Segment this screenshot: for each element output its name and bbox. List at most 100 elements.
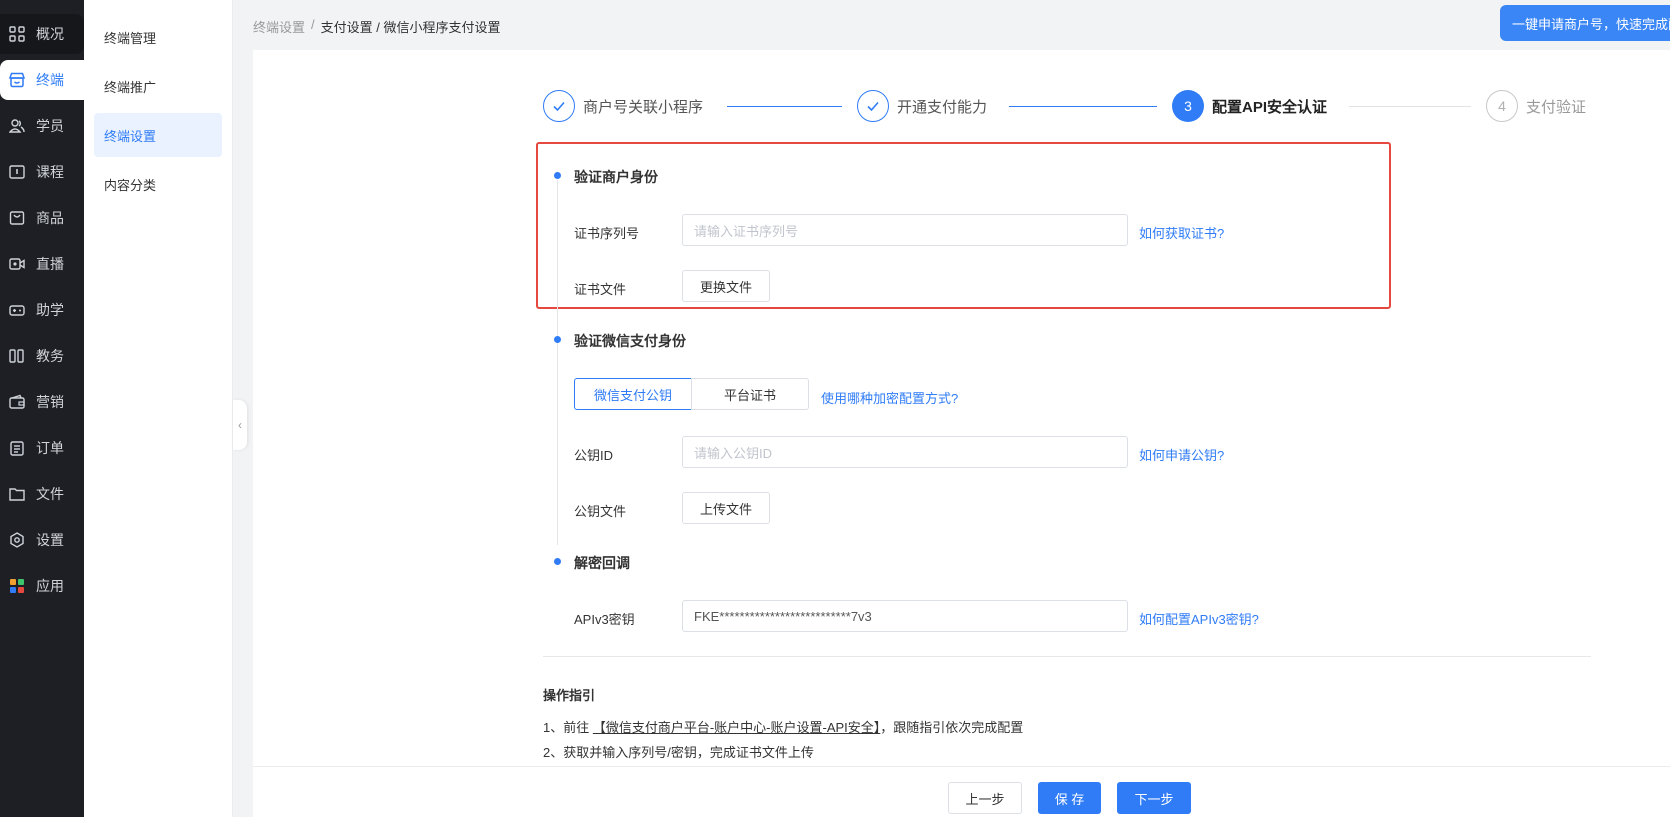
nav-label: 概况 [36,26,64,42]
upload-file-button[interactable]: 上传文件 [682,492,770,524]
next-step-button[interactable]: 下一步 [1117,782,1191,814]
divider [543,656,1591,657]
clipboard-icon [8,439,26,457]
main-nav: 概况 终端 学员 课程 商品 直播 助学 教务 营销 订单 文件 设置 应用 [0,0,84,817]
guide-platform-link[interactable]: 【微信支付商户平台-账户中心-账户设置-API安全】 [593,720,880,735]
nav-label: 学员 [36,118,64,134]
section-title-decrypt: 解密回调 [574,555,630,571]
timeline-dot [554,172,561,179]
chevron-left-icon: ‹ [238,418,242,432]
step-label: 配置API安全认证 [1212,98,1328,116]
folder-icon [8,485,26,503]
nav-item-marketing[interactable]: 营销 [0,382,84,422]
how-config-apiv3-link[interactable]: 如何配置APIv3密钥? [1139,609,1259,628]
guide-line-2: 2、获取并输入序列号/密钥，完成证书文件上传 [543,745,814,760]
nav-item-course[interactable]: 课程 [0,152,84,192]
cert-file-label: 证书文件 [574,282,627,297]
encryption-help-link[interactable]: 使用哪种加密配置方式? [821,388,958,407]
step-2: 开通支付能力 [857,90,987,122]
how-apply-pubkey-link[interactable]: 如何申请公钥? [1139,445,1224,464]
step-1: 商户号关联小程序 [543,90,703,122]
course-icon [8,163,26,181]
apiv3-key-input[interactable]: FKE**************************7v3 [682,600,1128,632]
nav-item-apps[interactable]: 应用 [0,566,84,606]
breadcrumb: 终端设置 / 支付设置 / 微信小程序支付设置 [253,17,500,36]
nav-item-files[interactable]: 文件 [0,474,84,514]
users-icon [8,117,26,135]
replace-file-button[interactable]: 更换文件 [682,270,770,302]
timeline-dot [554,558,561,565]
wallet-icon [8,393,26,411]
nav-label: 应用 [36,578,64,594]
guide-line-1-suffix: ，跟随指引依次完成配置 [880,720,1024,735]
gear-icon [8,531,26,549]
save-button[interactable]: 保 存 [1038,782,1101,814]
subnav-item-content-category[interactable]: 内容分类 [94,162,222,206]
nav-label: 营销 [36,394,64,410]
step-number: 4 [1486,90,1518,122]
gamepad-icon [8,301,26,319]
breadcrumb-item-terminal-settings[interactable]: 终端设置 [253,17,305,36]
nav-item-academic[interactable]: 教务 [0,336,84,376]
nav-label: 直播 [36,256,64,272]
nav-label: 商品 [36,210,64,226]
tab-wechat-pubkey[interactable]: 微信支付公钥 [574,378,692,410]
book-icon [8,347,26,365]
subnav-item-terminal-promote[interactable]: 终端推广 [94,64,222,108]
nav-label: 文件 [36,486,64,502]
nav-item-assist[interactable]: 助学 [0,290,84,330]
nav-item-students[interactable]: 学员 [0,106,84,146]
guide-title: 操作指引 [543,688,596,703]
nav-label: 教务 [36,348,64,364]
breadcrumb-current: 支付设置 / 微信小程序支付设置 [320,20,501,35]
step-label: 支付验证 [1526,98,1587,116]
store-icon [8,71,26,89]
collapse-sidebar-button[interactable]: ‹ [233,400,247,450]
breadcrumb-separator: / [311,17,315,32]
step-4: 4 支付验证 [1486,90,1586,122]
subnav-item-terminal-manage[interactable]: 终端管理 [94,15,222,59]
check-icon [857,90,889,122]
timeline-line [557,180,558,545]
nav-label: 助学 [36,302,64,318]
apiv3-key-label: APIv3密钥 [574,612,635,627]
section-title-merchant: 验证商户身份 [574,169,658,185]
pubkey-id-input[interactable]: 请输入公钥ID [682,436,1128,468]
guide-line-1-prefix: 1、前往 [543,720,593,735]
step-number: 3 [1172,90,1204,122]
step-label: 开通支付能力 [897,98,988,116]
apply-merchant-button[interactable]: 一键申请商户号，快速完成配置 [1500,5,1670,41]
timeline-dot [554,336,561,343]
nav-label: 课程 [36,164,64,180]
nav-item-settings[interactable]: 设置 [0,520,84,560]
serial-label: 证书序列号 [574,226,640,241]
step-connector [1349,106,1471,107]
step-label: 商户号关联小程序 [583,98,704,116]
nav-label: 设置 [36,532,64,548]
tab-platform-cert[interactable]: 平台证书 [691,378,809,410]
step-connector [1009,106,1157,107]
step-connector [727,106,842,107]
section-title-wechat: 验证微信支付身份 [574,333,686,349]
serial-input[interactable]: 请输入证书序列号 [682,214,1128,246]
check-icon [543,90,575,122]
nav-label: 终端 [36,72,64,88]
bag-icon [8,209,26,227]
nav-item-overview[interactable]: 概况 [0,14,84,54]
guide-line-1: 1、前往 【微信支付商户平台-账户中心-账户设置-API安全】，跟随指引依次完成… [543,717,1023,736]
how-get-cert-link[interactable]: 如何获取证书? [1139,223,1224,242]
nav-item-orders[interactable]: 订单 [0,428,84,468]
video-icon [8,255,26,273]
nav-label: 订单 [36,440,64,456]
pubkey-id-label: 公钥ID [574,448,614,463]
nav-item-live[interactable]: 直播 [0,244,84,284]
pubkey-file-label: 公钥文件 [574,504,627,519]
nav-item-terminal[interactable]: 终端 [0,60,84,100]
sub-nav: 终端管理 终端推广 终端设置 内容分类 [84,0,233,817]
step-3: 3 配置API安全认证 [1172,90,1327,122]
nav-item-goods[interactable]: 商品 [0,198,84,238]
prev-step-button[interactable]: 上一步 [948,782,1022,814]
subnav-item-terminal-settings[interactable]: 终端设置 [94,113,222,157]
apps-icon [8,577,26,595]
grid-icon [8,25,26,43]
